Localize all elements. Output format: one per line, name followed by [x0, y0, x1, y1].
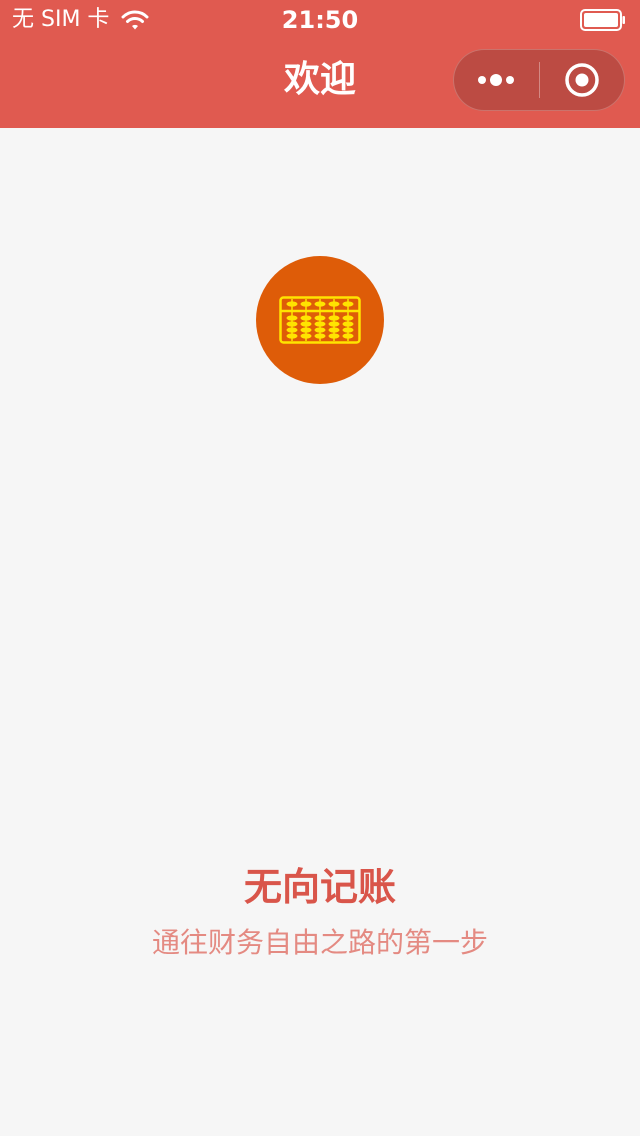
more-button[interactable]: [454, 50, 539, 110]
app-name: 无向记账: [243, 865, 396, 909]
status-time: 21:50: [281, 6, 359, 34]
status-bar: 无 SIM 卡 21:50: [0, 0, 640, 40]
header-bar: 无 SIM 卡 21:50 欢迎: [0, 0, 640, 128]
battery-icon: [580, 9, 625, 31]
welcome-screen: 无 SIM 卡 21:50 欢迎 无向记账 通往财务自由之路的第一步: [0, 0, 640, 1136]
app-tagline: 通往财务自由之路的第一步: [151, 926, 488, 959]
close-mini-program-button[interactable]: [540, 50, 625, 110]
abacus-icon: [279, 296, 361, 344]
app-logo: [256, 256, 384, 384]
target-close-icon: [565, 63, 599, 97]
mini-program-capsule: [453, 49, 625, 111]
more-dots-icon: [478, 74, 515, 86]
